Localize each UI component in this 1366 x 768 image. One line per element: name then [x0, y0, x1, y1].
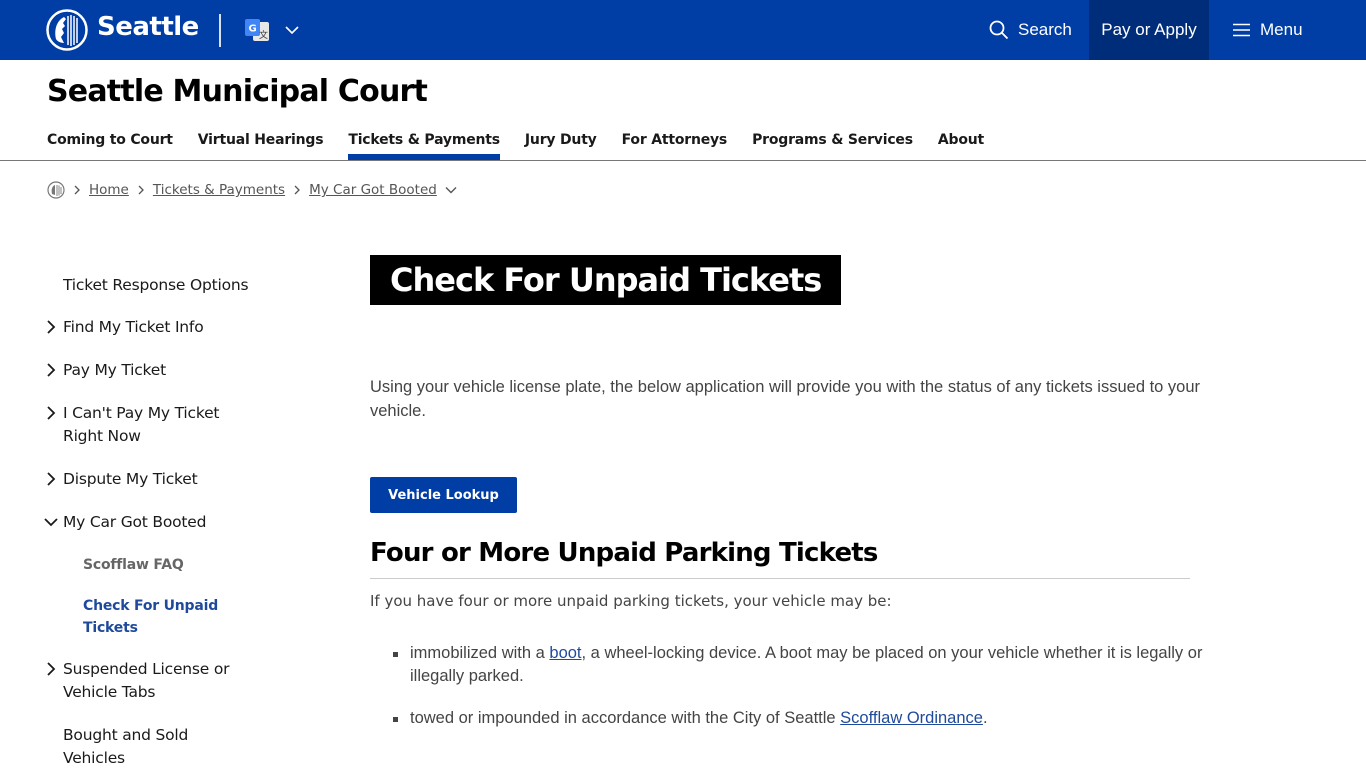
sidebar-item-label: Ticket Response Options [63, 276, 249, 294]
sidebar-item-label: Find My Ticket Info [63, 318, 204, 336]
seattle-seal-icon[interactable] [46, 9, 88, 51]
site-title[interactable]: Seattle Municipal Court [47, 74, 428, 109]
section-divider [370, 578, 1190, 579]
section-heading: Four or More Unpaid Parking Tickets [370, 538, 878, 568]
list-item: towed or impounded in accordance with th… [390, 707, 1240, 730]
chevron-down-icon[interactable] [44, 515, 58, 529]
breadcrumb-my-car-got-booted[interactable]: My Car Got Booted [309, 182, 437, 198]
search-label: Search [1018, 20, 1072, 39]
nav-coming-to-court[interactable]: Coming to Court [47, 130, 173, 160]
hamburger-icon [1233, 23, 1250, 37]
nav-jury-duty[interactable]: Jury Duty [525, 130, 597, 160]
sidebar-item-ticket-response-options[interactable]: Ticket Response Options [40, 274, 280, 297]
nav-about[interactable]: About [938, 130, 984, 160]
breadcrumb-separator [293, 185, 301, 195]
sidebar-item-dispute-my-ticket[interactable]: Dispute My Ticket [40, 468, 280, 491]
search-icon [989, 20, 1009, 40]
sidebar-item-label: Pay My Ticket [63, 361, 166, 379]
breadcrumb-separator [137, 185, 145, 195]
intro-paragraph: Using your vehicle license plate, the be… [370, 378, 1201, 420]
sidebar-item-cant-pay-my-ticket[interactable]: I Can't Pay My Ticket Right Now [40, 402, 240, 448]
sidebar-item-bought-and-sold-vehicles[interactable]: Bought and Sold Vehicles [40, 724, 220, 768]
nav-virtual-hearings[interactable]: Virtual Hearings [198, 130, 324, 160]
list-item-text: immobilized with a [410, 644, 550, 662]
pay-or-apply-button[interactable]: Pay or Apply [1089, 0, 1209, 60]
sidebar-nav: Ticket Response Options Find My Ticket I… [40, 274, 280, 768]
search-button[interactable]: Search [974, 0, 1088, 60]
scofflaw-ordinance-link[interactable]: Scofflaw Ordinance [840, 709, 983, 727]
nav-programs-services[interactable]: Programs & Services [752, 130, 913, 160]
chevron-right-icon[interactable] [44, 363, 58, 377]
page-title: Check For Unpaid Tickets [390, 261, 822, 299]
sidebar-item-label: Bought and Sold Vehicles [63, 726, 189, 767]
page-title-block: Check For Unpaid Tickets [370, 255, 842, 305]
sidebar-item-label: My Car Got Booted [63, 513, 207, 531]
chevron-right-icon[interactable] [44, 472, 58, 486]
google-translate-icon[interactable]: G 文 [244, 18, 270, 42]
sidebar-item-pay-my-ticket[interactable]: Pay My Ticket [40, 359, 280, 382]
svg-text:G: G [249, 24, 257, 35]
breadcrumb-tickets-payments[interactable]: Tickets & Payments [153, 182, 285, 198]
sidebar-item-suspended-license[interactable]: Suspended License or Vehicle Tabs [40, 658, 230, 704]
nav-tickets-payments[interactable]: Tickets & Payments [348, 130, 500, 160]
chevron-down-icon[interactable] [445, 185, 457, 195]
main-nav: Coming to Court Virtual Hearings Tickets… [47, 130, 1009, 160]
breadcrumb: Home Tickets & Payments My Car Got Boote… [47, 181, 457, 199]
pay-or-apply-label: Pay or Apply [1101, 20, 1197, 39]
section-paragraph: If you have four or more unpaid parking … [370, 592, 892, 610]
consequences-list: immobilized with a boot, a wheel-locking… [390, 642, 1240, 749]
list-item-text: . [982, 709, 988, 727]
sidebar-item-my-car-got-booted[interactable]: My Car Got Booted [40, 511, 280, 534]
sidebar-item-find-my-ticket-info[interactable]: Find My Ticket Info [40, 316, 280, 339]
svg-text:文: 文 [259, 29, 268, 41]
chevron-down-icon[interactable] [284, 22, 300, 38]
list-item: immobilized with a boot, a wheel-locking… [390, 642, 1240, 688]
chevron-right-icon[interactable] [44, 406, 58, 420]
boot-link[interactable]: boot [549, 644, 581, 662]
sidebar-item-label: I Can't Pay My Ticket Right Now [63, 404, 220, 445]
chevron-right-icon[interactable] [44, 320, 58, 334]
brand-name[interactable]: Seattle [97, 12, 199, 42]
menu-label: Menu [1260, 20, 1303, 39]
sidebar-item-label: Dispute My Ticket [63, 470, 198, 488]
list-item-text: towed or impounded in accordance with th… [410, 709, 841, 727]
sidebar-subitem-scofflaw-faq[interactable]: Scofflaw FAQ [40, 554, 280, 576]
vehicle-lookup-button[interactable]: Vehicle Lookup [370, 477, 517, 513]
sidebar-subitem-check-for-unpaid-tickets[interactable]: Check For Unpaid Tickets [40, 595, 230, 639]
nav-divider [0, 160, 1366, 161]
top-bar: Seattle G 文 Search Pay or Apply Menu [0, 0, 1366, 60]
menu-button[interactable]: Menu [1218, 0, 1328, 60]
sidebar-item-label: Suspended License or Vehicle Tabs [63, 660, 230, 701]
topbar-divider [219, 14, 221, 47]
home-seal-icon[interactable] [47, 181, 65, 199]
breadcrumb-home[interactable]: Home [89, 182, 129, 198]
chevron-right-icon[interactable] [44, 662, 58, 676]
nav-for-attorneys[interactable]: For Attorneys [622, 130, 728, 160]
breadcrumb-separator [73, 185, 81, 195]
